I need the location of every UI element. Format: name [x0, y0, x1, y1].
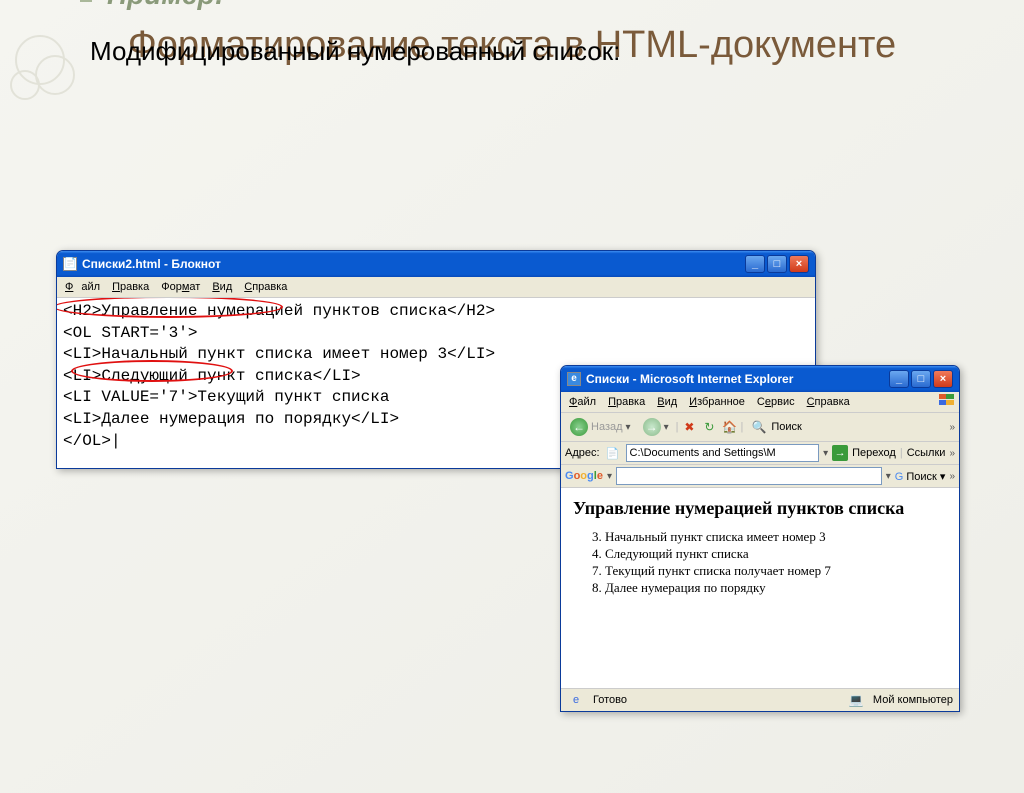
address-input[interactable]: [626, 444, 820, 462]
list-item: Следующий пункт списка: [605, 546, 947, 562]
google-search-input[interactable]: [616, 467, 882, 485]
go-icon[interactable]: →: [832, 445, 848, 461]
code-line: <H2>Управление нумерацией пунктов списка…: [63, 301, 809, 323]
bullet-icon: [80, 0, 92, 2]
minimize-button[interactable]: _: [889, 370, 909, 388]
ie-nav-toolbar: ← Назад ▾ → ▾ | ✖ ↻ 🏠 | 🔍 Поиск »: [561, 413, 959, 442]
back-button[interactable]: ← Назад ▾: [565, 415, 636, 439]
ie-address-bar: Адрес: 📄 ▾ → Переход | Ссылки »: [561, 442, 959, 465]
menu-help[interactable]: Справка: [803, 394, 854, 410]
menu-file[interactable]: Файл: [565, 394, 600, 410]
ie-titlebar[interactable]: e Списки - Microsoft Internet Explorer _…: [561, 366, 959, 392]
go-label[interactable]: Переход: [852, 447, 896, 459]
search-icon: 🔍: [750, 418, 768, 436]
minimize-button[interactable]: _: [745, 255, 765, 273]
page-icon: 📄: [604, 444, 622, 462]
address-label: Адрес:: [565, 447, 600, 459]
code-line: <LI>Начальный пункт списка имеет номер 3…: [63, 344, 809, 366]
notepad-app-icon: 📄: [63, 257, 77, 271]
forward-button[interactable]: → ▾: [638, 415, 674, 439]
menu-view[interactable]: Вид: [208, 279, 236, 295]
maximize-button[interactable]: □: [911, 370, 931, 388]
menu-edit[interactable]: Правка: [604, 394, 649, 410]
ie-title-text: Списки - Microsoft Internet Explorer: [586, 372, 793, 386]
menu-help[interactable]: Справка: [240, 279, 291, 295]
google-logo[interactable]: Google: [565, 470, 603, 482]
close-button[interactable]: ×: [789, 255, 809, 273]
notepad-titlebar[interactable]: 📄 Списки2.html - Блокнот _ □ ×: [57, 251, 815, 277]
chevron-down-icon[interactable]: ▾: [823, 448, 828, 459]
ie-app-icon: e: [567, 372, 581, 386]
ie-menubar: Файл Правка Вид Избранное Сервис Справка: [561, 392, 959, 413]
ie-page-content: Управление нумерацией пунктов списка Нач…: [561, 488, 959, 688]
forward-arrow-icon: →: [643, 418, 661, 436]
ie-status-bar: e Готово 💻 Мой компьютер: [561, 688, 959, 711]
maximize-button[interactable]: □: [767, 255, 787, 273]
chevron-down-icon: ▾: [626, 422, 631, 433]
example-label-text: Пример:: [107, 0, 224, 10]
example-label: Пример:: [80, 0, 1024, 11]
menu-format[interactable]: Формат: [157, 279, 204, 295]
code-line: <OL START='3'>: [63, 323, 809, 345]
menu-view[interactable]: Вид: [653, 394, 681, 410]
list-item: Начальный пункт списка имеет номер 3: [605, 529, 947, 545]
chevron-down-icon[interactable]: ▾: [886, 471, 891, 482]
back-arrow-icon: ←: [570, 418, 588, 436]
menu-file[interactable]: Файл: [61, 279, 104, 295]
stop-icon[interactable]: ✖: [680, 418, 698, 436]
search-button[interactable]: 🔍 Поиск: [745, 415, 806, 439]
menu-tools[interactable]: Сервис: [753, 394, 799, 410]
ie-window: e Списки - Microsoft Internet Explorer _…: [560, 365, 960, 712]
google-search-label[interactable]: G Поиск ▾: [895, 470, 946, 483]
list-item: Текущий пункт списка получает номер 7: [605, 563, 947, 579]
chevron-down-icon: ▾: [664, 422, 669, 433]
overflow-icon[interactable]: »: [949, 422, 955, 433]
overflow-icon[interactable]: »: [949, 448, 955, 459]
notepad-title-text: Списки2.html - Блокнот: [82, 257, 221, 271]
status-zone: Мой компьютер: [873, 694, 953, 706]
menu-edit[interactable]: Правка: [108, 279, 153, 295]
refresh-icon[interactable]: ↻: [700, 418, 718, 436]
ie-status-icon: e: [567, 691, 585, 709]
google-toolbar: Google ▾ ▾ G Поиск ▾ »: [561, 465, 959, 488]
chevron-down-icon[interactable]: ▾: [607, 471, 612, 482]
menu-favorites[interactable]: Избранное: [685, 394, 749, 410]
numbered-list: Начальный пункт списка имеет номер 3 Сле…: [583, 529, 947, 596]
overflow-icon[interactable]: »: [949, 471, 955, 482]
list-item: Далее нумерация по порядку: [605, 580, 947, 596]
links-label[interactable]: Ссылки: [907, 447, 946, 459]
back-label: Назад: [591, 421, 623, 433]
close-button[interactable]: ×: [933, 370, 953, 388]
home-icon[interactable]: 🏠: [720, 418, 738, 436]
status-ready: Готово: [593, 694, 627, 706]
notepad-menubar: Файл Правка Формат Вид Справка: [57, 277, 815, 298]
windows-flag-icon: [939, 394, 955, 408]
page-heading: Управление нумерацией пунктов списка: [573, 498, 947, 519]
search-label: Поиск: [771, 421, 801, 433]
computer-icon: 💻: [847, 691, 865, 709]
